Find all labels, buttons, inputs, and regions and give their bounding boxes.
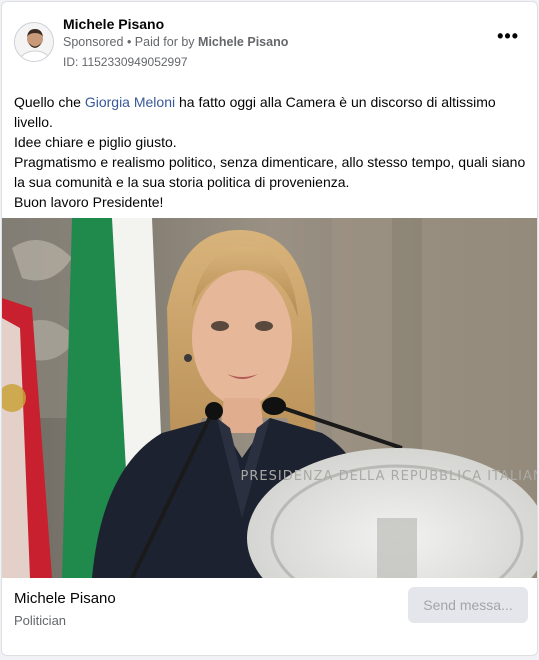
post-text-line-1: Quello che Giorgia Meloni ha fatto oggi …	[14, 92, 529, 132]
author-avatar[interactable]	[14, 22, 54, 62]
separator-dot: •	[123, 35, 135, 49]
paid-for-prefix: Paid for by	[134, 35, 199, 49]
ad-image[interactable]: PRESIDENZA DELLA REPUBBLICA ITALIANA	[2, 218, 538, 578]
mention-link[interactable]: Giorgia Meloni	[85, 94, 175, 110]
author-name[interactable]: Michele Pisano	[63, 16, 164, 32]
sponsored-label: Sponsored	[63, 35, 124, 49]
photo-illustration: PRESIDENZA DELLA REPUBBLICA ITALIANA	[2, 218, 538, 578]
send-message-button[interactable]: Send messa...	[408, 587, 528, 623]
page-category: Politician	[14, 613, 67, 628]
ad-card: Michele Pisano Sponsored • Paid for by M…	[1, 1, 538, 656]
ad-footer: Michele Pisano Politician Send messa...	[2, 578, 537, 655]
paid-for-name[interactable]: Michele Pisano	[198, 35, 288, 49]
post-text-line-2: Idee chiare e piglio giusto.	[14, 134, 177, 150]
text-fragment: Quello che	[14, 94, 85, 110]
post-text-line-4: Buon lavoro Presidente!	[14, 194, 164, 210]
profile-photo-icon	[15, 23, 53, 61]
seal-text: PRESIDENZA DELLA REPUBBLICA ITALIANA	[241, 469, 538, 484]
post-text: Quello che Giorgia Meloni ha fatto oggi …	[14, 92, 529, 212]
post-header: Michele Pisano Sponsored • Paid for by M…	[2, 2, 537, 82]
more-options-icon[interactable]: •••	[497, 27, 519, 45]
page-name[interactable]: Michele Pisano	[14, 590, 116, 607]
sponsored-line: Sponsored • Paid for by Michele Pisano	[63, 35, 288, 49]
ad-id: ID: 1152330949052997	[63, 55, 188, 69]
post-text-line-3: Pragmatismo e realismo politico, senza d…	[14, 154, 526, 190]
